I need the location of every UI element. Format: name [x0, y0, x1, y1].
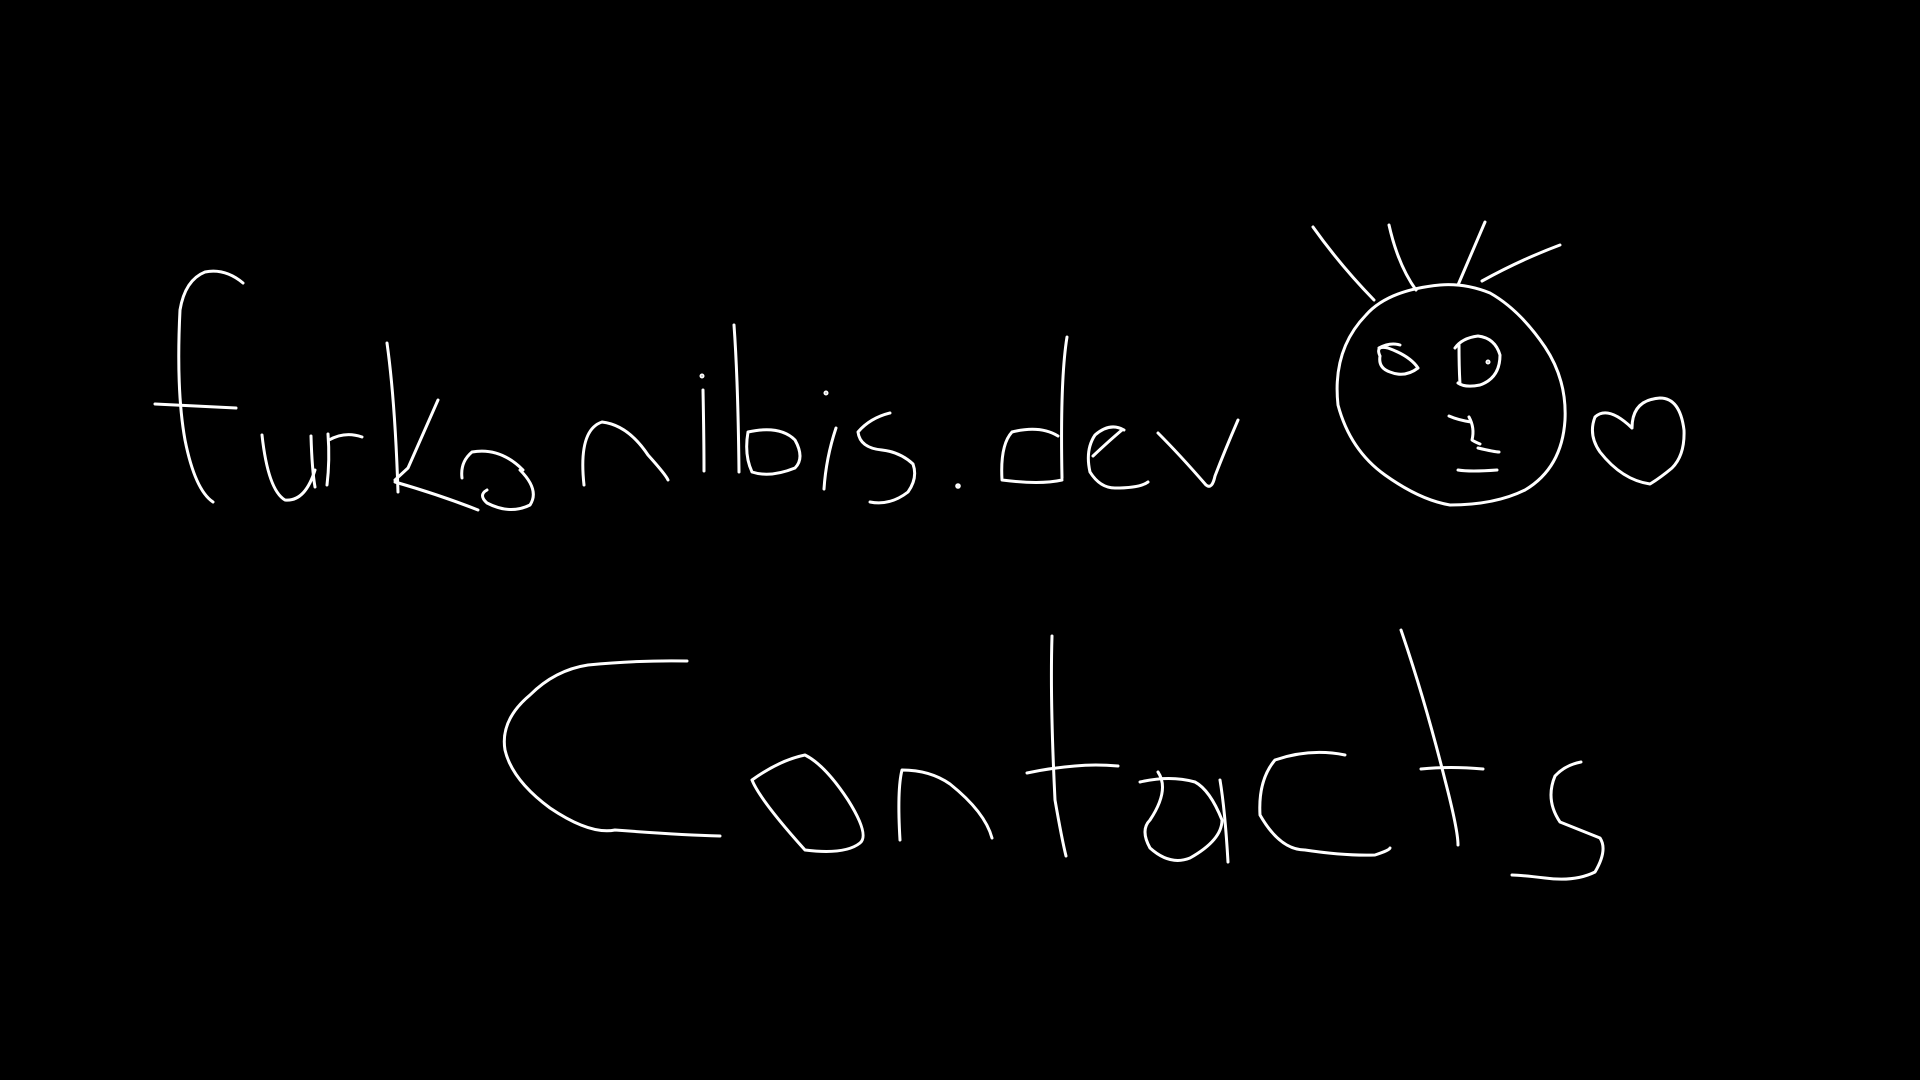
site-name-handwriting — [153, 269, 1240, 512]
handwritten-drawing — [153, 220, 1686, 881]
doodle-face-icon — [1311, 220, 1567, 507]
contacts-heading-handwriting — [502, 628, 1605, 881]
heart-icon — [1590, 396, 1686, 486]
page-canvas: furkanibis.dev Contacts — [0, 0, 1920, 1080]
